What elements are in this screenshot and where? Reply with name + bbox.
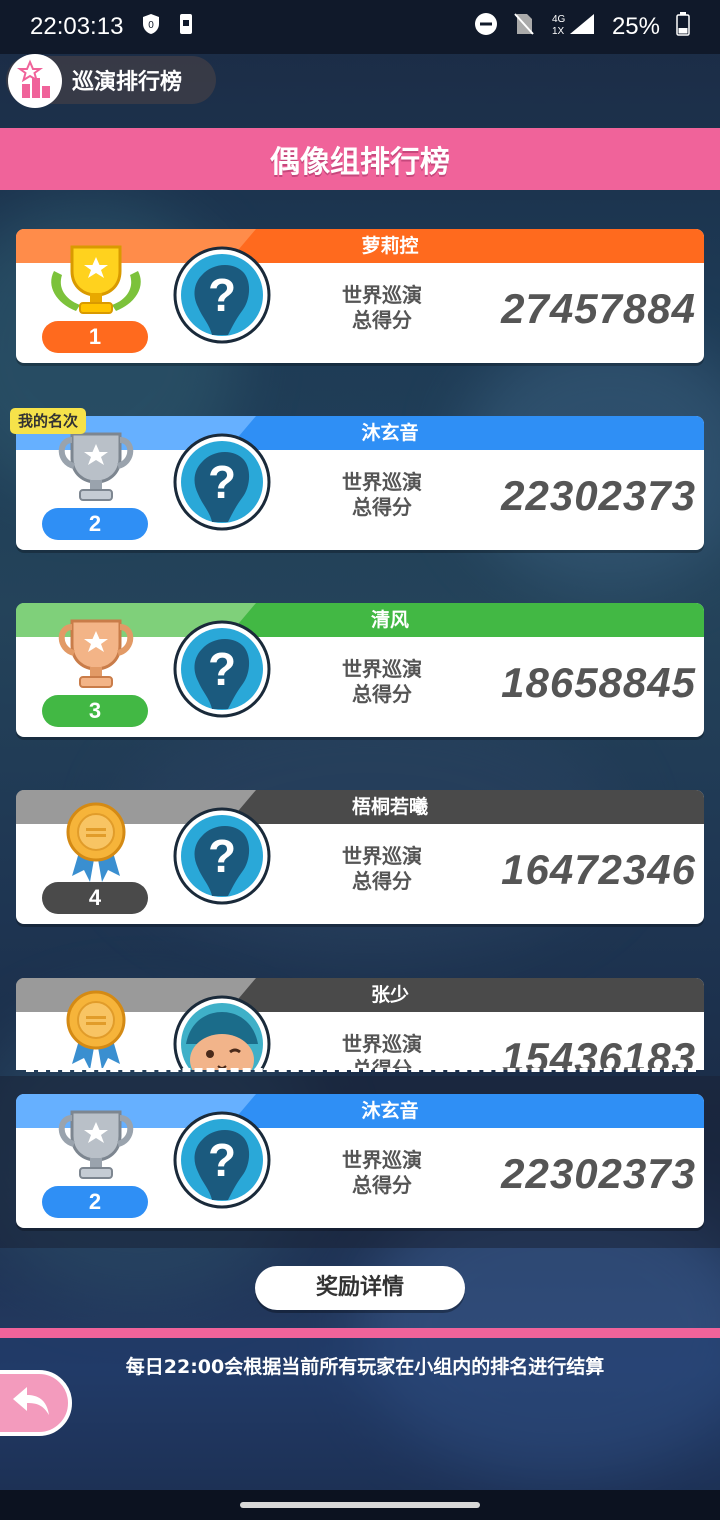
reward-details-button[interactable]: 奖励详情 — [255, 1266, 465, 1310]
rank-card[interactable]: 清风 3 ? 世界巡演 总得分 18658845 — [16, 603, 704, 737]
device-icon — [179, 13, 193, 41]
unknown-avatar-icon[interactable]: ? — [172, 245, 272, 345]
svg-text:?: ? — [208, 830, 236, 882]
svg-text:?: ? — [208, 643, 236, 695]
score-label: 世界巡演 总得分 — [342, 1032, 422, 1070]
status-time: 22:03:13 — [30, 13, 124, 40]
settlement-note: 每日22:00会根据当前所有玩家在小组内的排名进行结算 — [125, 1356, 605, 1378]
unknown-avatar-icon[interactable]: ? — [172, 806, 272, 906]
signal-icon: 4G 1X — [550, 12, 596, 42]
medal-icon — [36, 802, 156, 884]
unknown-avatar-icon[interactable]: ? — [172, 432, 272, 532]
rank-badge: 1 — [42, 321, 148, 353]
svg-text:0: 0 — [149, 20, 155, 31]
back-button[interactable] — [0, 1370, 72, 1436]
svg-text:?: ? — [208, 1134, 236, 1186]
svg-text:?: ? — [208, 269, 236, 321]
player-score: 18658845 — [501, 659, 696, 706]
back-arrow-icon — [9, 1383, 53, 1423]
battery-icon — [676, 12, 690, 42]
rank-badge: 4 — [42, 882, 148, 914]
group-ranking-banner: 偶像组排行榜 — [0, 128, 720, 190]
page-title-pill: 巡演排行榜 — [6, 54, 216, 108]
player-score: 22302373 — [501, 1150, 696, 1197]
battery-percent: 25% — [611, 13, 660, 40]
no-sim-icon — [514, 12, 534, 42]
medal-icon — [36, 990, 156, 1070]
score-label: 世界巡演 总得分 — [342, 844, 422, 893]
cat-avatar-icon[interactable] — [172, 994, 272, 1070]
unknown-avatar-icon[interactable]: ? — [172, 1110, 272, 1210]
silver-trophy-icon — [36, 1106, 156, 1188]
score-label: 世界巡演 总得分 — [342, 1148, 422, 1197]
rank-card[interactable]: 张少 5 世界巡演总得分 15436 — [16, 978, 704, 1070]
player-score: 16472346 — [501, 846, 696, 893]
svg-text:4G: 4G — [552, 14, 566, 25]
dnd-icon — [474, 12, 498, 42]
page-title: 巡演排行榜 — [72, 70, 183, 95]
my-rank-tag: 我的名次 — [10, 408, 87, 434]
score-label: 世界巡演 总得分 — [342, 283, 422, 332]
score-label: 世界巡演 总得分 — [342, 470, 422, 519]
rank-card[interactable]: 梧桐若曦 4 ? 世界巡演 总得分 16472346 — [16, 790, 704, 924]
svg-text:1X: 1X — [552, 26, 565, 36]
bronze-trophy-icon — [36, 615, 156, 697]
rank-badge: 3 — [42, 695, 148, 727]
ranking-list[interactable]: 萝莉控 1 ? 世界巡演 总得分 27457884 沐玄音 2 ? 世界巡演 总… — [0, 200, 720, 1070]
home-indicator[interactable] — [240, 1502, 480, 1508]
player-score: 15436183 — [501, 1034, 696, 1070]
player-score: 22302373 — [501, 472, 696, 519]
rank-badge: 2 — [42, 1186, 148, 1218]
gold-trophy-icon — [36, 241, 156, 323]
unknown-avatar-icon[interactable]: ? — [172, 619, 272, 719]
player-score: 27457884 — [501, 285, 696, 332]
silver-trophy-icon — [36, 428, 156, 510]
status-bar: 22:03:13 0 4G 1X 25% — [0, 0, 720, 54]
dashed-divider — [26, 1068, 696, 1072]
shield-icon: 0 — [141, 13, 161, 41]
svg-text:?: ? — [208, 456, 236, 508]
rank-badge: 2 — [42, 508, 148, 540]
rank-card[interactable]: 沐玄音 2 ? 世界巡演 总得分 22302373 — [16, 416, 704, 550]
ranking-logo-icon — [8, 54, 62, 108]
footer-divider — [0, 1328, 720, 1338]
score-label: 世界巡演 总得分 — [342, 657, 422, 706]
my-rank-card[interactable]: 沐玄音 2 ? 世界巡演 总得分 22302373 — [16, 1094, 704, 1228]
rank-card[interactable]: 萝莉控 1 ? 世界巡演 总得分 27457884 — [16, 229, 704, 363]
